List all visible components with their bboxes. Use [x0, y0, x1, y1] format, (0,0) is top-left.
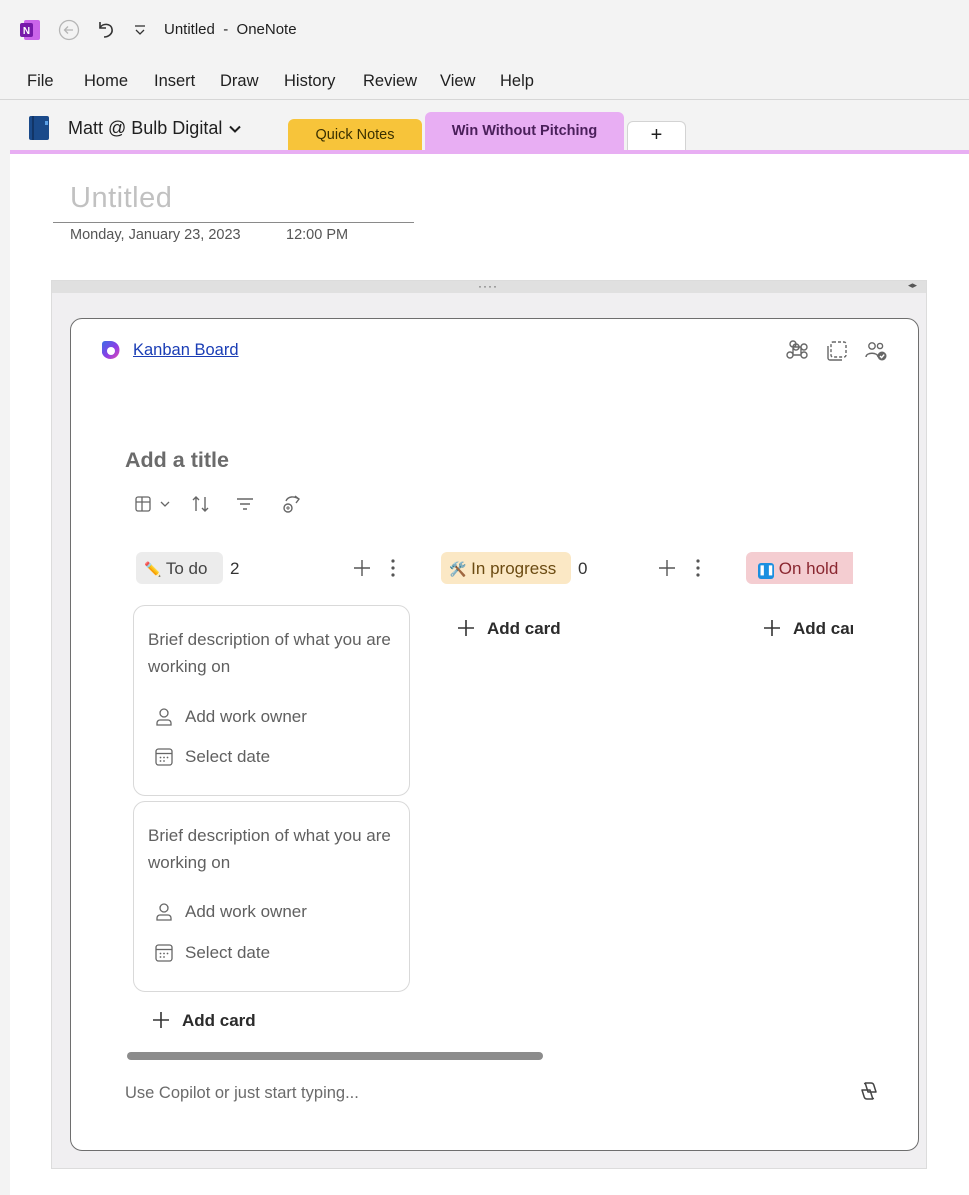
column-on-hold-label: On hold	[778, 559, 839, 578]
add-card-label: Add car	[793, 619, 853, 638]
notebook-name[interactable]: Matt @ Bulb Digital	[68, 118, 222, 139]
pencil-icon: ✏️	[144, 561, 162, 577]
column-in-progress-chip[interactable]: 🛠️ In progress	[441, 552, 571, 584]
loop-icon	[102, 341, 120, 359]
section-tab-win-without-pitching[interactable]: Win Without Pitching	[425, 112, 624, 150]
column-in-progress-count: 0	[578, 559, 588, 578]
page-date: Monday, January 23, 2023	[70, 227, 241, 243]
column-todo-label: To do	[165, 559, 208, 578]
shared-people-icon[interactable]	[864, 339, 888, 363]
svg-text:N: N	[23, 26, 30, 37]
add-card-label: Add card	[182, 1011, 256, 1030]
add-card-button-in-progress[interactable]: Add card	[456, 619, 576, 641]
task-date[interactable]: Select date	[185, 747, 270, 767]
drag-dots-icon[interactable]: ····	[478, 279, 498, 293]
task-owner[interactable]: Add work owner	[185, 707, 307, 727]
task-card[interactable]: Brief description of what you are workin…	[133, 801, 410, 992]
board-title[interactable]: Add a title	[125, 448, 229, 473]
task-description[interactable]: Brief description of what you are workin…	[148, 822, 398, 876]
page-title[interactable]: Untitled	[70, 182, 172, 215]
add-icon	[153, 1012, 169, 1028]
sort-icon[interactable]	[189, 492, 213, 516]
quick-access-dropdown-icon[interactable]	[132, 22, 148, 38]
menu-help[interactable]: Help	[500, 72, 534, 91]
person-icon	[156, 903, 172, 921]
menu-bar: File Home Insert Draw History Review Vie…	[0, 60, 969, 100]
column-on-hold-clip: ❚❚ On hold Add car	[740, 540, 853, 650]
person-icon	[156, 708, 172, 726]
add-section-button[interactable]: +	[627, 121, 686, 150]
more-options-icon[interactable]	[687, 557, 709, 579]
tools-icon: 🛠️	[449, 561, 467, 577]
column-todo-count: 2	[230, 559, 240, 578]
menu-history[interactable]: History	[284, 72, 335, 91]
share-out-icon[interactable]	[280, 492, 304, 516]
notebook-icon[interactable]	[28, 115, 50, 141]
resize-arrows-icon[interactable]: ◂▸	[908, 280, 917, 291]
add-icon	[764, 620, 780, 636]
add-card-button-on-hold[interactable]: Add car	[762, 619, 853, 641]
menu-draw[interactable]: Draw	[220, 72, 259, 91]
calendar-icon	[155, 748, 173, 766]
command-icon[interactable]	[785, 339, 809, 363]
column-in-progress-label: In progress	[471, 559, 557, 578]
menu-view[interactable]: View	[440, 72, 475, 91]
undo-icon[interactable]	[94, 18, 116, 40]
menu-insert[interactable]: Insert	[154, 72, 195, 91]
calendar-icon	[155, 944, 173, 962]
task-owner[interactable]: Add work owner	[185, 902, 307, 922]
horizontal-scrollbar[interactable]	[127, 1052, 543, 1060]
task-description[interactable]: Brief description of what you are workin…	[148, 626, 398, 680]
add-card-label: Add card	[487, 619, 561, 638]
page-time: 12:00 PM	[286, 227, 349, 243]
copy-component-icon[interactable]	[825, 339, 849, 363]
loop-component-link[interactable]: Kanban Board	[133, 341, 239, 360]
chevron-down-icon[interactable]	[228, 122, 242, 136]
table-view-icon[interactable]	[133, 492, 173, 516]
add-card-button-todo[interactable]: Add card	[151, 1011, 271, 1033]
section-tab-quick-notes[interactable]: Quick Notes	[288, 119, 422, 150]
back-arrow-icon[interactable]	[58, 19, 80, 41]
column-todo-chip[interactable]: ✏️ To do	[136, 552, 223, 584]
menu-review[interactable]: Review	[363, 72, 417, 91]
column-on-hold-chip[interactable]: ❚❚ On hold	[746, 552, 853, 584]
task-card[interactable]: Brief description of what you are workin…	[133, 605, 410, 796]
menu-home[interactable]: Home	[84, 72, 128, 91]
pause-icon: ❚❚	[758, 563, 775, 579]
add-icon	[458, 620, 474, 636]
title-divider	[53, 222, 414, 223]
window-title: Untitled - OneNote	[164, 21, 297, 38]
add-icon[interactable]	[351, 557, 373, 579]
menu-file[interactable]: File	[27, 72, 54, 91]
copilot-icon[interactable]	[856, 1078, 882, 1104]
add-icon[interactable]	[656, 557, 678, 579]
more-options-icon[interactable]	[382, 557, 404, 579]
filter-icon[interactable]	[233, 492, 257, 516]
copilot-prompt[interactable]: Use Copilot or just start typing...	[125, 1084, 359, 1103]
task-date[interactable]: Select date	[185, 943, 270, 963]
onenote-logo-icon: N	[20, 20, 40, 40]
